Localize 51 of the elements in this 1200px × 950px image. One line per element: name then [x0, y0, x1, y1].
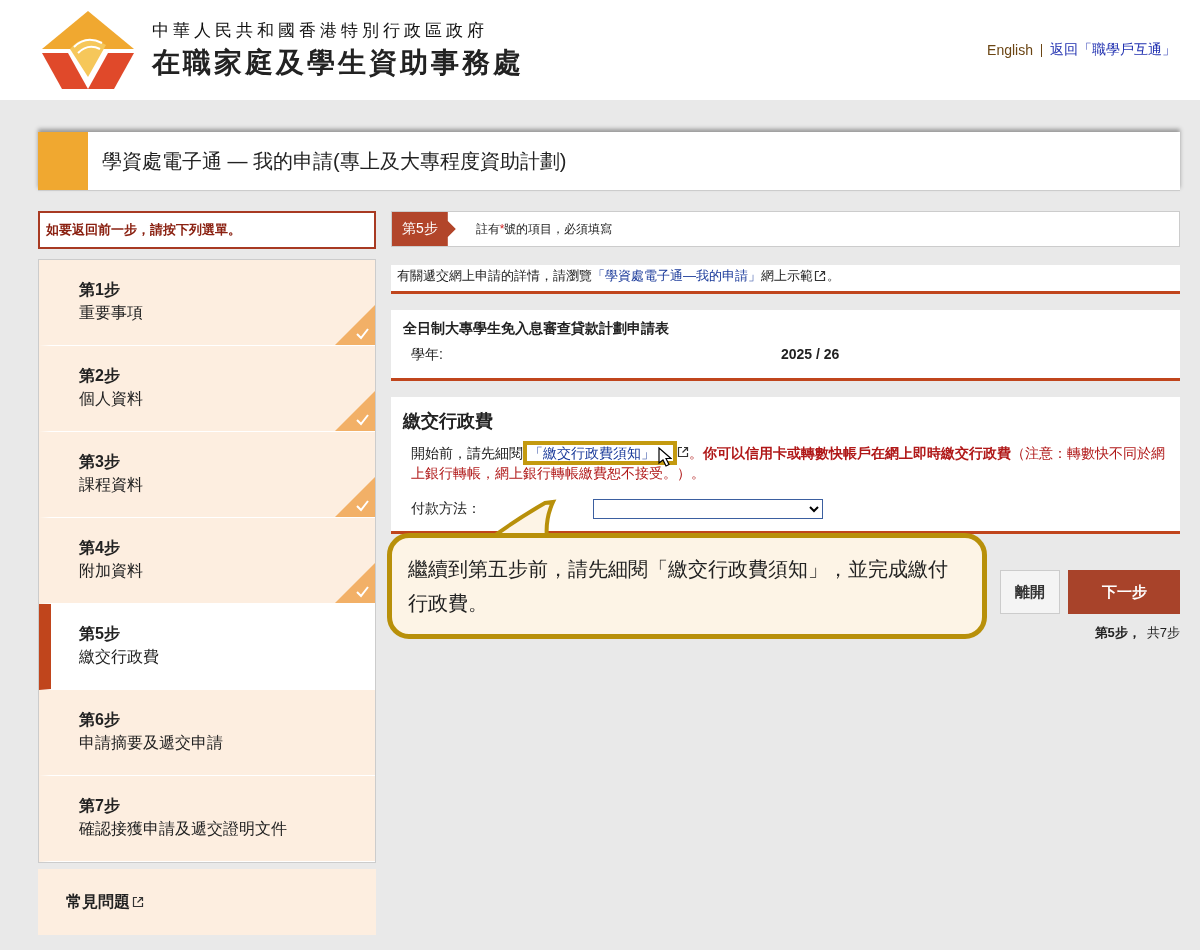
- step-name: 重要事項: [79, 303, 144, 323]
- step-number: 第1步: [79, 280, 121, 300]
- step-number: 第3步: [79, 452, 121, 472]
- step-number: 第2步: [79, 366, 121, 386]
- step-total: 共7步: [1146, 625, 1180, 640]
- external-link-icon: [814, 270, 826, 282]
- faq-link[interactable]: 常見問題: [66, 891, 130, 913]
- step-number: 第4步: [79, 538, 121, 558]
- step-name: 課程資料: [79, 475, 144, 495]
- step-item[interactable]: 第2步 個人資料: [39, 346, 375, 432]
- required-note: 註有*號的項目，必須填寫: [475, 220, 613, 238]
- step-name: 繳交行政費: [79, 647, 160, 667]
- back-link[interactable]: 返回「職學戶互通」: [1050, 41, 1176, 59]
- step-number: 第6步: [79, 710, 121, 730]
- step-item[interactable]: 第1步 重要事項: [39, 260, 375, 346]
- step-current: 第5步，: [1094, 625, 1141, 640]
- title-accent: [38, 132, 88, 190]
- step-number: 第5步: [79, 624, 121, 644]
- step-name: 確認接獲申請及遞交證明文件: [79, 819, 288, 839]
- step-number: 第7步: [79, 796, 121, 816]
- next-button[interactable]: 下一步: [1068, 570, 1180, 614]
- demo-link[interactable]: 「學資處電子通—我的申請」: [592, 268, 761, 283]
- info-text: 有關遞交網上申請的詳情，請瀏覽「學資處電子通—我的申請」網上示範: [397, 267, 813, 285]
- step-name: 附加資料: [79, 561, 144, 581]
- step-item[interactable]: 第4步 附加資料: [39, 518, 375, 604]
- org-title: 在職家庭及學生資助事務處: [152, 45, 525, 80]
- notice-link[interactable]: 「繳交行政費須知」: [523, 441, 677, 465]
- step-item[interactable]: 第6步 申請摘要及遞交申請: [39, 690, 375, 776]
- step-name: 個人資料: [79, 389, 144, 409]
- language-link[interactable]: English: [987, 42, 1033, 58]
- form-title: 全日制大專學生免入息審查貸款計劃申請表: [403, 320, 670, 338]
- payment-method-select[interactable]: [593, 499, 823, 519]
- external-link-icon: [677, 446, 689, 458]
- step-badge: 第5步: [392, 212, 456, 246]
- method-label: 付款方法：: [411, 500, 482, 518]
- year-label: 學年:: [411, 346, 444, 364]
- external-link-icon: [132, 896, 144, 908]
- period: 。: [827, 267, 840, 285]
- year-value: 2025 / 26: [781, 346, 840, 364]
- section-heading: 繳交行政費: [403, 410, 494, 433]
- step-name: 申請摘要及遞交申請: [79, 733, 224, 753]
- cursor-icon: [658, 447, 672, 467]
- org-subtitle: 中華人民共和國香港特別行政區政府: [152, 19, 489, 42]
- logo-icon: [40, 9, 136, 91]
- back-hint: 如要返回前一步，請按下列選單。: [38, 211, 376, 249]
- step-item[interactable]: 第5步 繳交行政費: [39, 604, 375, 690]
- page-title: 學資處電子通 — 我的申請(專上及大專程度資助計劃): [101, 148, 567, 174]
- fee-notice-text: 開始前，請先細閱 「繳交行政費須知」 。你可以信用卡或轉數快帳戶在網上即時繳交行政費（注意：轉數快不同於網上銀行轉帳，網上銀行轉帳繳費恕不接受。）。: [403, 443, 1168, 483]
- step-item[interactable]: 第7步 確認接獲申請及遞交證明文件: [39, 776, 375, 862]
- step-item[interactable]: 第3步 課程資料: [39, 432, 375, 518]
- leave-button[interactable]: 離開: [1000, 570, 1060, 614]
